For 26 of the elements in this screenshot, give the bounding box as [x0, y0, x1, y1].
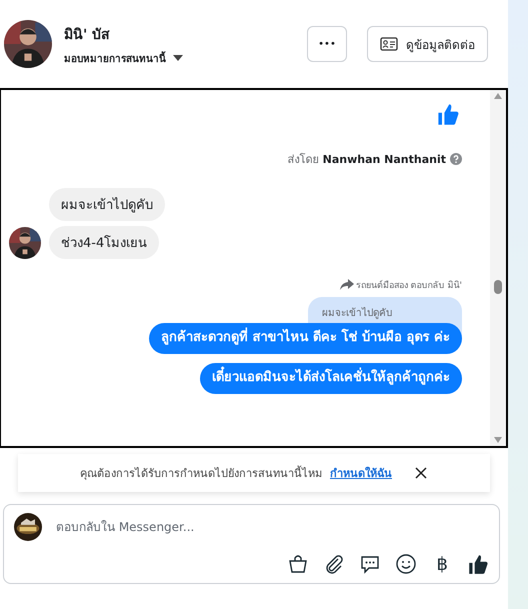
message-bubble: เดี๋ยวแอดมินจะได้ส่งโลเคชั่นให้ลูกค้าถูกค่ะ	[200, 362, 462, 394]
message-input[interactable]: ตอบกลับใน Messenger...	[54, 519, 489, 535]
id-card-icon	[380, 37, 398, 51]
bag-icon[interactable]	[287, 553, 309, 575]
scroll-up-icon[interactable]	[493, 92, 503, 100]
message-bubble: ช่วง4-4โมงเยน	[49, 226, 160, 259]
thumbs-up-icon	[436, 102, 460, 126]
contact-info-button[interactable]: ดูข้อมูลติดต่อ	[367, 26, 488, 62]
help-icon[interactable]	[450, 153, 462, 165]
close-icon[interactable]	[414, 466, 428, 480]
assign-dropdown[interactable]: มอบหมายการสนทนานี้	[64, 50, 184, 66]
reply-note: รถยนต์มือสอง ตอบกลับ มินิ'	[356, 279, 462, 292]
assign-to-me-link[interactable]: กำหนดให้ฉัน	[330, 464, 392, 482]
message-bubble: ผมจะเข้าไปดูคับ	[49, 188, 165, 221]
sent-by-label: ส่งโดย Nanwhan Nanthanit	[288, 152, 446, 168]
baht-button[interactable]: ฿	[431, 553, 453, 575]
scroll-thumb[interactable]	[494, 280, 502, 294]
message-bubble: ลูกค้าสะดวกดูที่ สาขาไหน ดีคะ โช่ บ้านผือ อุดร ค่ะ	[148, 323, 462, 354]
thumbs-up-icon[interactable]	[467, 553, 489, 575]
emoji-icon[interactable]	[395, 553, 417, 575]
assign-prompt: คุณต้องการได้รับการกำหนดไปยังการสนทนานี้ไหม	[80, 464, 322, 482]
reply-arrow-icon	[340, 279, 354, 291]
more-button[interactable]: •••	[307, 26, 347, 62]
contact-name: มินิ' บัส	[64, 26, 112, 44]
caret-icon	[172, 54, 184, 62]
scroll-down-icon[interactable]	[493, 436, 503, 444]
